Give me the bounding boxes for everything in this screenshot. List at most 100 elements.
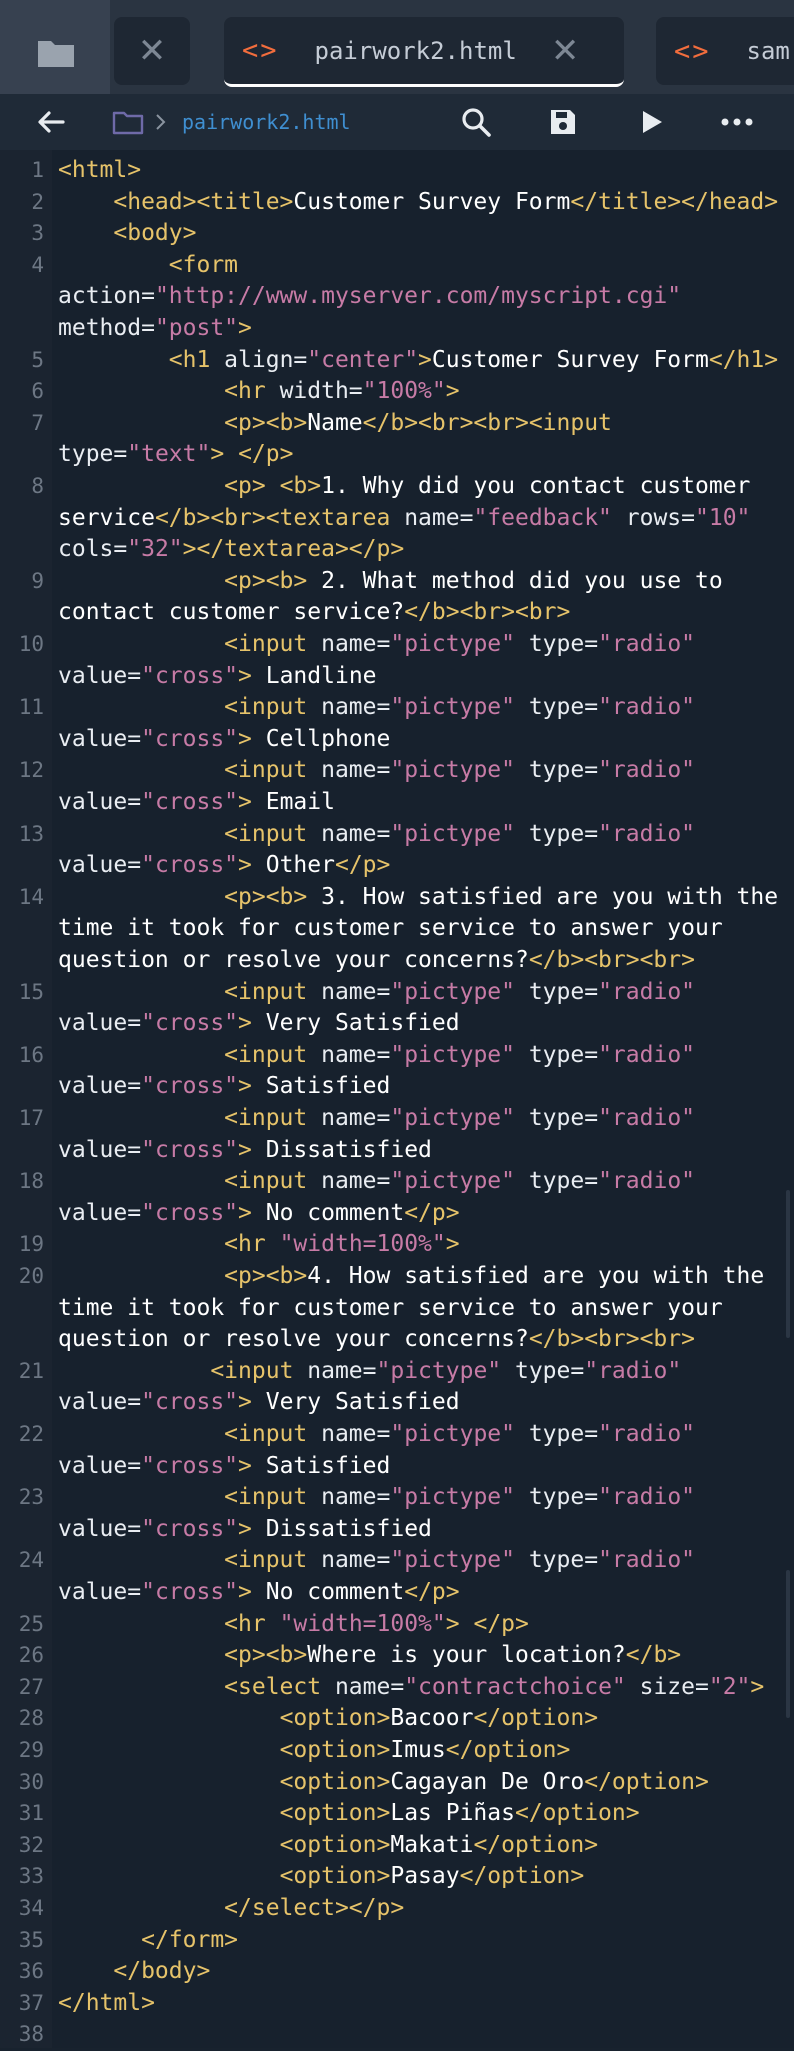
code-token: "center" xyxy=(307,346,419,373)
code-token: Where is your location? xyxy=(307,1642,626,1669)
code-text: </select></p> xyxy=(58,1893,788,1925)
close-tab-button[interactable]: ✕ xyxy=(114,17,190,85)
code-token: "cross" xyxy=(141,1073,239,1100)
code-text: <hr "width=100%"> </p> xyxy=(58,1609,788,1641)
code-text: <input name="pictype" type="radio" value… xyxy=(58,755,788,818)
code-token: type= xyxy=(514,978,599,1005)
back-button[interactable] xyxy=(36,94,66,150)
code-token: value= xyxy=(58,1578,142,1605)
code-token: </p> xyxy=(404,1199,460,1226)
code-text: <h1 align="center">Customer Survey Form<… xyxy=(58,345,788,377)
code-token: Cagayan De Oro xyxy=(390,1768,585,1795)
line-number: 31 xyxy=(18,1801,44,1826)
code-token: type= xyxy=(501,1357,585,1384)
search-button[interactable] xyxy=(460,94,492,150)
code-text: <option>Las Piñas</option> xyxy=(58,1798,788,1830)
code-token: > xyxy=(238,1010,252,1037)
line-number: 36 xyxy=(18,1959,44,1984)
code-token: </body> xyxy=(113,1958,211,1985)
code-token: Las Piñas xyxy=(390,1800,515,1827)
save-button[interactable] xyxy=(548,94,578,150)
code-token: </b><br><br> xyxy=(528,946,695,973)
line-number: 1 xyxy=(31,158,44,182)
code-editor[interactable]: 1 <html> 2 <head><title>Customer Survey Fo… xyxy=(0,150,794,2048)
code-token: "radio" xyxy=(598,631,696,657)
file-browser-button[interactable] xyxy=(0,0,110,94)
code-text: <p><b>Name</b><br><br><input type="text"… xyxy=(58,408,788,471)
line-number: 29 xyxy=(18,1738,44,1762)
code-token: "radio" xyxy=(584,1357,682,1384)
code-text: <select name="contractchoice" size="2"> xyxy=(58,1672,788,1704)
code-token: width= xyxy=(265,378,363,405)
code-token: "cross" xyxy=(141,852,239,879)
code-token: name= xyxy=(307,1041,391,1068)
code-text: <p><b>Where is your location?</b> xyxy=(58,1640,788,1672)
code-token: Satisfied xyxy=(251,1452,391,1479)
line-number: 11 xyxy=(18,695,44,720)
code-text: <body> xyxy=(58,218,788,250)
line-number: 4 xyxy=(31,252,44,277)
code-token: Email xyxy=(251,788,335,815)
code-token: </option> xyxy=(473,1831,599,1858)
code-token: <input xyxy=(210,1357,294,1384)
code-token: type= xyxy=(514,1041,599,1068)
code-token: method= xyxy=(58,314,155,341)
folder-outline-icon xyxy=(112,111,144,135)
breadcrumb[interactable]: pairwork2.html xyxy=(112,94,351,150)
code-token: type= xyxy=(514,757,599,784)
code-token: > xyxy=(418,346,432,373)
code-token: </b><br><br> xyxy=(404,599,571,626)
code-token: "post" xyxy=(154,314,239,341)
code-token: <option> xyxy=(279,1863,391,1890)
code-token: name= xyxy=(307,1547,391,1574)
code-token: </b> xyxy=(625,1642,682,1669)
code-token: </select></p> xyxy=(224,1895,405,1921)
more-options-button[interactable] xyxy=(720,94,754,150)
code-token: type= xyxy=(514,1105,599,1131)
code-token: "radio" xyxy=(598,694,696,721)
line-number: 22 xyxy=(18,1422,44,1446)
code-token: Customer Survey Form xyxy=(293,188,571,215)
line-number: 7 xyxy=(31,410,44,435)
code-token: </html> xyxy=(58,1989,155,2016)
line-number: 14 xyxy=(18,884,44,909)
close-icon: ✕ xyxy=(137,31,167,71)
code-token: align= xyxy=(210,346,308,373)
code-token: Very Satisfied xyxy=(251,1010,460,1037)
code-token: <html> xyxy=(58,157,142,183)
close-icon[interactable]: ✕ xyxy=(551,31,580,71)
code-token: <hr xyxy=(224,1610,266,1637)
code-token: <hr xyxy=(224,1231,266,1258)
line-number: 26 xyxy=(18,1643,44,1668)
run-button[interactable] xyxy=(638,94,666,150)
code-token: <option> xyxy=(279,1768,391,1795)
code-token: <input xyxy=(224,1484,308,1511)
code-token: Pasay xyxy=(390,1863,460,1890)
scrollbar-thumb[interactable] xyxy=(786,1190,790,1338)
tab-sam[interactable]: <> sam xyxy=(656,17,794,85)
line-number: 8 xyxy=(31,474,44,498)
code-text: <option>Imus</option> xyxy=(58,1735,788,1767)
code-token: </b><br><br><input xyxy=(362,409,612,436)
code-token: </b><br><textarea xyxy=(154,504,391,531)
code-token: value= xyxy=(58,1136,142,1163)
tab-pairwork2[interactable]: <> pairwork2.html ✕ xyxy=(224,17,624,87)
code-token: Landline xyxy=(251,662,377,689)
code-token: </b><br><br> xyxy=(528,1326,695,1353)
tab-label: sam xyxy=(746,37,790,65)
line-number: 27 xyxy=(18,1674,44,1699)
code-token: <select xyxy=(224,1673,322,1700)
scrollbar-thumb[interactable] xyxy=(786,1570,790,1718)
code-token: ></textarea></p> xyxy=(182,536,405,563)
code-token: name= xyxy=(307,820,391,847)
code-token: </p> xyxy=(238,441,294,468)
code-token: <input xyxy=(224,1105,308,1131)
